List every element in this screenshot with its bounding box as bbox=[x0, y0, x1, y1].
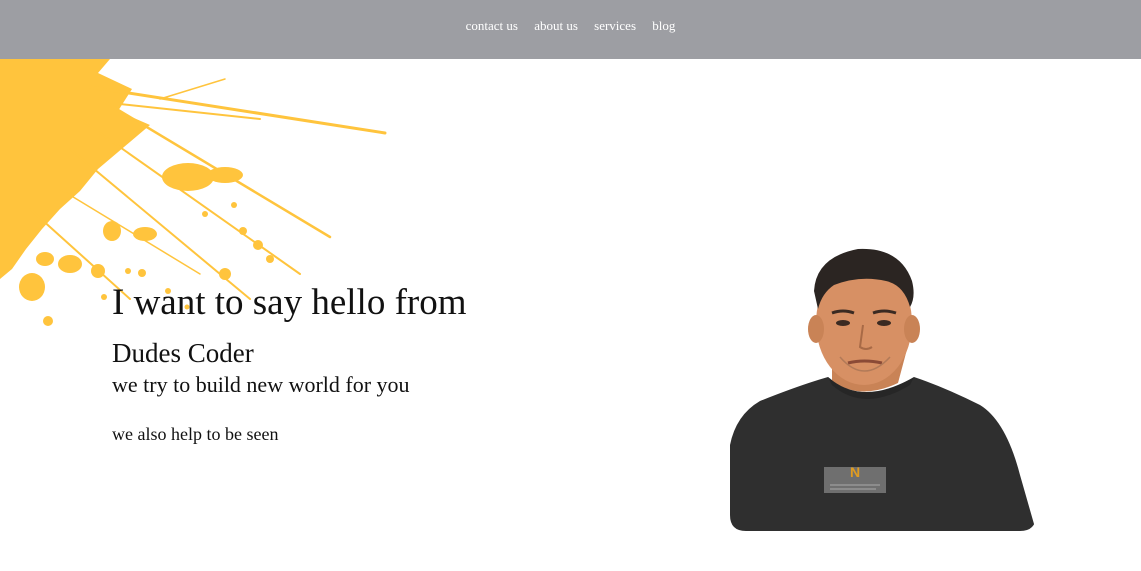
nav-link-contact-us[interactable]: contact us bbox=[466, 18, 518, 33]
svg-text:N: N bbox=[850, 464, 860, 480]
nav-menu: contact us about us services blog bbox=[0, 17, 1141, 35]
hero-subtext: we also help to be seen bbox=[112, 424, 279, 444]
portrait-photo: N bbox=[730, 245, 1036, 531]
hero-section: I want to say hello from Dudes Coder we … bbox=[112, 281, 672, 445]
brand-name: Dudes Coder bbox=[112, 338, 254, 368]
top-navbar: contact us about us services blog bbox=[0, 0, 1141, 59]
nav-link-about-us[interactable]: about us bbox=[534, 18, 578, 33]
hero-tagline: we try to build new world for you bbox=[112, 372, 410, 397]
nav-link-blog[interactable]: blog bbox=[652, 18, 675, 33]
hero-headline: I want to say hello from bbox=[112, 282, 467, 323]
nav-link-services[interactable]: services bbox=[594, 18, 636, 33]
